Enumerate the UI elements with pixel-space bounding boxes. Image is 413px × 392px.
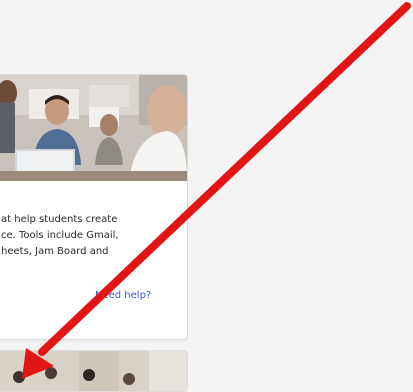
classroom-image	[0, 75, 187, 181]
need-help-link[interactable]: Need help?	[95, 290, 151, 301]
classroom-image-2	[0, 351, 187, 391]
next-resource-card	[0, 350, 188, 392]
card-description: at help students create ce. Tools includ…	[1, 214, 119, 257]
resource-card: at help students create ce. Tools includ…	[0, 74, 188, 340]
